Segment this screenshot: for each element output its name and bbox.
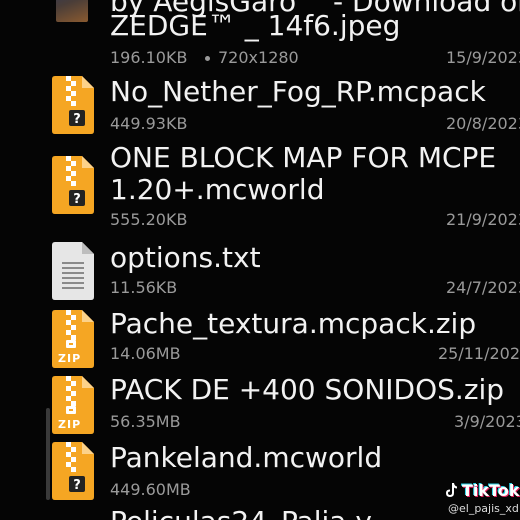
- file-row[interactable]: Peliculas24_Palia y: [0, 504, 520, 520]
- file-row[interactable]: ZIP Pache_textura.mcpack.zip 14.06MB 25/…: [0, 308, 520, 372]
- file-name: Peliculas24_Palia y: [110, 506, 372, 520]
- svg-text:?: ?: [73, 112, 81, 127]
- file-date: 3/9/2023: [454, 412, 520, 431]
- file-name-line-2: ZEDGE™ _ 14f6.jpeg: [110, 9, 401, 42]
- tiktok-brand: TikTok: [462, 480, 520, 500]
- file-size: 56.35MB: [110, 412, 181, 431]
- file-name: Pankeland.mcworld: [110, 441, 383, 474]
- separator-dot: [205, 56, 210, 61]
- file-date: 25/11/2023: [438, 344, 520, 363]
- file-size: 11.56KB: [110, 278, 178, 297]
- file-row[interactable]: ? No_Nether_Fog_RP.mcpack 449.93KB 20/8/…: [0, 74, 520, 138]
- image-thumbnail: [56, 0, 88, 22]
- file-name: No_Nether_Fog_RP.mcpack: [110, 75, 486, 108]
- tiktok-icon: [446, 483, 457, 497]
- text-file-icon: [52, 242, 94, 300]
- file-date: 21/9/2023: [446, 210, 520, 229]
- file-name: PACK DE +400 SONIDOS.zip: [110, 373, 505, 406]
- file-row[interactable]: ZIP PACK DE +400 SONIDOS.zip 56.35MB 3/9…: [0, 374, 520, 438]
- scrollbar-thumb[interactable]: [46, 408, 50, 500]
- image-dimensions: 720x1280: [218, 48, 299, 67]
- tiktok-username: @el_pajis_xd: [448, 502, 519, 515]
- file-row[interactable]: options.txt 11.56KB 24/7/2023: [0, 240, 520, 304]
- file-date: 15/9/2023: [446, 48, 520, 67]
- unknown-archive-icon: ?: [52, 156, 94, 214]
- file-row[interactable]: ? ONE BLOCK MAP FOR MCPE 1.20+.mcworld 5…: [0, 142, 520, 234]
- file-row[interactable]: by AegisGaro™ - Download on ZEDGE™ _ 14f…: [0, 0, 520, 70]
- file-size: 196.10KB: [110, 48, 188, 67]
- file-size: 555.20KB: [110, 210, 188, 229]
- zip-badge: ZIP: [58, 418, 82, 431]
- file-date: 20/8/2023: [446, 114, 520, 133]
- svg-text:?: ?: [73, 478, 81, 493]
- file-size: 449.60MB: [110, 480, 191, 499]
- unknown-archive-icon: ?: [52, 76, 94, 134]
- file-name: Pache_textura.mcpack.zip: [110, 307, 477, 340]
- tiktok-watermark: TikTok: [444, 478, 519, 502]
- file-row[interactable]: ? Pankeland.mcworld 449.60MB: [0, 440, 520, 504]
- unknown-archive-icon: ?: [52, 442, 94, 500]
- file-name-line-1: ONE BLOCK MAP FOR MCPE: [110, 141, 497, 174]
- file-size: 449.93KB: [110, 114, 188, 133]
- file-name: options.txt: [110, 241, 261, 274]
- zip-badge: ZIP: [58, 352, 82, 365]
- file-date: 24/7/2023: [446, 278, 520, 297]
- file-name-line-2: 1.20+.mcworld: [110, 173, 325, 206]
- file-size: 14.06MB: [110, 344, 181, 363]
- svg-text:?: ?: [73, 192, 81, 207]
- file-list-screen: by AegisGaro™ - Download on ZEDGE™ _ 14f…: [0, 0, 520, 520]
